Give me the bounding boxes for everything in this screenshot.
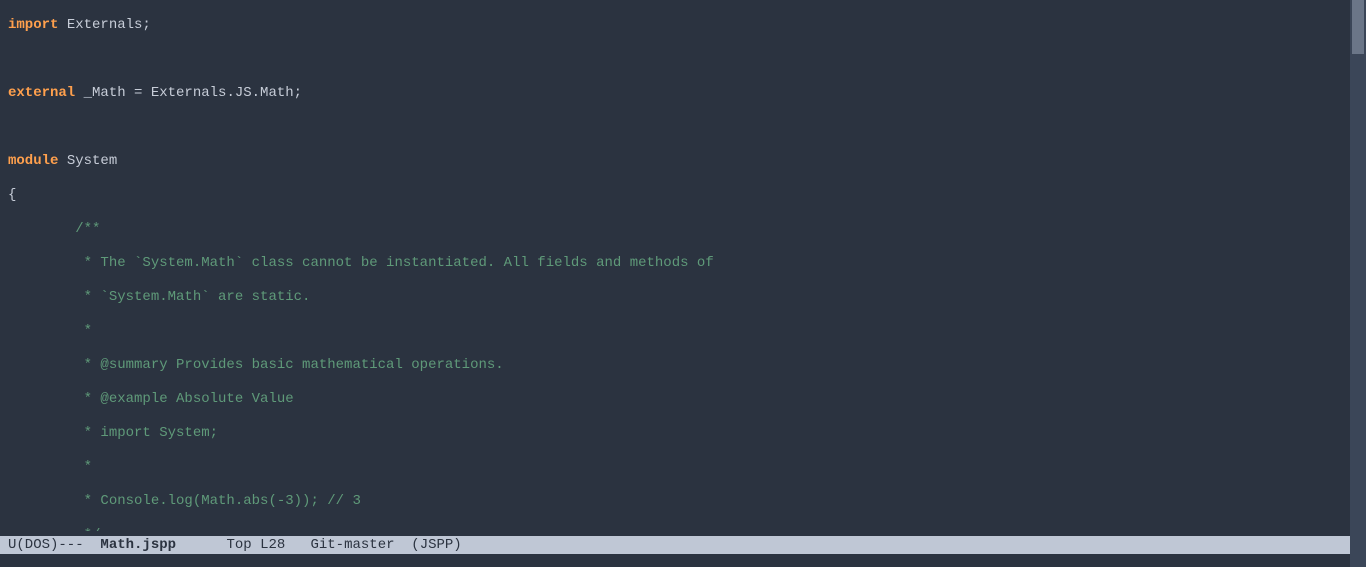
- code-line: external _Math = Externals.JS.Math;: [8, 85, 1350, 102]
- code-editor[interactable]: import Externals; external _Math = Exter…: [0, 0, 1350, 531]
- scrollbar-thumb[interactable]: [1352, 0, 1364, 54]
- code-line: [8, 51, 1350, 68]
- code-line: * The `System.Math` class cannot be inst…: [8, 255, 1350, 272]
- code-line: * @example Absolute Value: [8, 391, 1350, 408]
- minibuffer[interactable]: [0, 554, 1366, 567]
- code-line: /**: [8, 221, 1350, 238]
- code-line: [8, 119, 1350, 136]
- code-line: * Console.log(Math.abs(-3)); // 3: [8, 493, 1350, 510]
- code-line: *: [8, 323, 1350, 340]
- code-line: */: [8, 527, 1350, 531]
- code-line: {: [8, 187, 1350, 204]
- status-position: Top L28 Git-master (JSPP): [226, 537, 461, 553]
- status-filename: Math.jspp: [100, 537, 176, 553]
- status-bar: U(DOS)--- Math.jspp Top L28 Git-master (…: [0, 536, 1350, 554]
- code-line: module System: [8, 153, 1350, 170]
- code-line: * import System;: [8, 425, 1350, 442]
- code-line: *: [8, 459, 1350, 476]
- code-line: import Externals;: [8, 17, 1350, 34]
- vertical-scrollbar[interactable]: [1350, 0, 1366, 567]
- code-line: * @summary Provides basic mathematical o…: [8, 357, 1350, 374]
- code-line: * `System.Math` are static.: [8, 289, 1350, 306]
